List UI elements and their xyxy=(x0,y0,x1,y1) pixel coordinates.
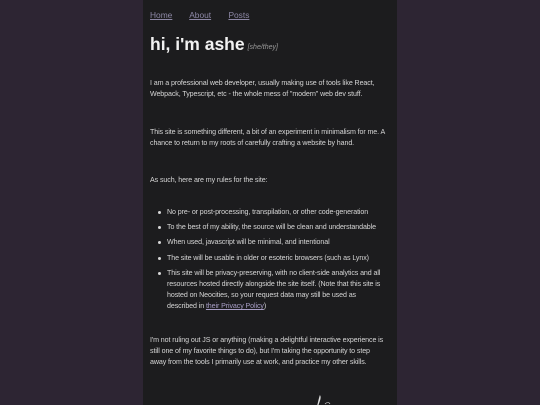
title-text: hi, i'm ashe xyxy=(150,34,245,54)
privacy-close-paren: ) xyxy=(263,302,267,311)
list-item: When used, javascript will be minimal, a… xyxy=(158,237,386,248)
privacy-rule-text: This site will be privacy-preserving, wi… xyxy=(167,268,381,311)
list-item: No pre- or post-processing, transpilatio… xyxy=(158,207,386,218)
top-nav: Home About Posts xyxy=(150,10,264,20)
intro-paragraph: I am a professional web developer, usual… xyxy=(150,79,375,99)
list-item: This site will be privacy-preserving, wi… xyxy=(158,268,386,313)
nav-about-link[interactable]: About xyxy=(189,10,211,20)
closing-paragraph: I'm not ruling out JS or anything (makin… xyxy=(150,336,384,367)
list-item: The site will be usable in older or esot… xyxy=(158,253,386,264)
pronouns-label: [she/they] xyxy=(247,44,278,51)
nav-posts-link[interactable]: Posts xyxy=(228,10,249,20)
list-item: To the best of my ability, the source wi… xyxy=(158,222,386,233)
rules-intro-paragraph: As such, here are my rules for the site: xyxy=(150,176,268,184)
page-title: hi, i'm ashe [she/they] xyxy=(150,34,278,55)
signature-image xyxy=(317,394,331,405)
main-page: Home About Posts hi, i'm ashe [she/they] … xyxy=(143,0,397,405)
privacy-policy-link[interactable]: their Privacy Policy xyxy=(206,302,264,310)
nav-home-link[interactable]: Home xyxy=(150,10,172,20)
rules-list: No pre- or post-processing, transpilatio… xyxy=(150,207,386,317)
different-paragraph: This site is something different, a bit … xyxy=(150,128,385,148)
